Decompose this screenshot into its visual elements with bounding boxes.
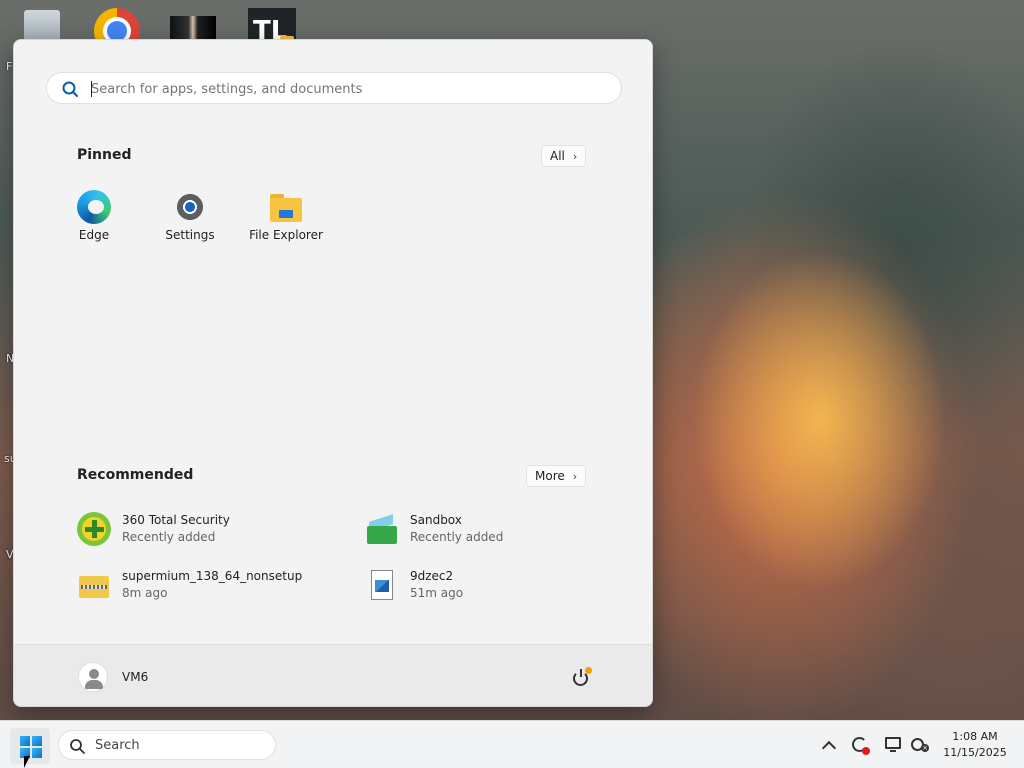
clock-time: 1:08 AM	[952, 730, 998, 743]
recommended-title: Recommended	[77, 467, 194, 483]
chevron-right-icon: ›	[572, 149, 578, 163]
sandbox-icon	[365, 512, 399, 546]
all-apps-button[interactable]: All ›	[541, 145, 587, 167]
chevron-up-icon[interactable]	[820, 737, 840, 757]
sync-icon[interactable]	[850, 735, 870, 755]
desktop-partial-label: F	[6, 60, 13, 73]
start-search-box[interactable]	[46, 72, 622, 104]
clock-date: 11/15/2025	[943, 746, 1007, 759]
pinned-app-label: Settings	[165, 228, 215, 242]
recommended-item-name: supermium_138_64_nonsetup	[122, 569, 303, 583]
shield-plus-icon	[77, 512, 111, 546]
mouse-cursor-icon	[24, 756, 30, 768]
start-menu: Pinned All › Edge Settings File Explorer…	[13, 39, 653, 707]
taskbar-search-label: Search	[95, 738, 140, 753]
username[interactable]: VM6	[122, 670, 148, 684]
monitor-icon[interactable]	[884, 735, 904, 755]
edge-icon	[77, 190, 111, 224]
recommended-item-9dzec2[interactable]: 9dzec2 51m ago	[365, 566, 625, 606]
recommended-item-name: 360 Total Security	[122, 513, 230, 527]
windows-logo-icon	[20, 736, 42, 758]
recommended-item-name: Sandbox	[410, 513, 462, 527]
portrait-image-icon[interactable]	[170, 4, 218, 46]
folder-icon	[269, 190, 303, 224]
taskbar-search[interactable]: Search	[58, 730, 276, 760]
recommended-item-supermium[interactable]: supermium_138_64_nonsetup 8m ago	[77, 566, 337, 606]
pinned-app-label: File Explorer	[249, 228, 323, 242]
pinned-title: Pinned	[77, 147, 132, 163]
recommended-item-sandbox[interactable]: Sandbox Recently added	[365, 510, 625, 550]
recommended-item-subtitle: 8m ago	[122, 586, 168, 600]
tl-app-icon[interactable]: TL	[248, 4, 296, 48]
start-button[interactable]	[10, 728, 50, 764]
avatar[interactable]	[78, 662, 108, 692]
zip-folder-icon	[77, 568, 111, 602]
recommended-item-subtitle: Recently added	[410, 530, 504, 544]
all-apps-label: All	[550, 149, 565, 163]
taskbar-clock[interactable]: 1:08 AM 11/15/2025	[942, 729, 1008, 761]
network-disconnected-icon[interactable]: ×	[910, 735, 930, 755]
pinned-app-file-explorer[interactable]: File Explorer	[238, 190, 334, 250]
gear-icon	[173, 190, 207, 224]
recycle-bin-icon[interactable]	[18, 4, 66, 44]
chevron-right-icon: ›	[572, 469, 578, 483]
search-icon	[70, 739, 85, 754]
text-caret	[91, 81, 92, 97]
power-icon[interactable]	[572, 667, 592, 687]
more-button[interactable]: More ›	[526, 465, 587, 487]
pinned-app-edge[interactable]: Edge	[46, 190, 142, 250]
recommended-item-360[interactable]: 360 Total Security Recently added	[77, 510, 337, 550]
recommended-item-subtitle: 51m ago	[410, 586, 464, 600]
pinned-app-label: Edge	[78, 228, 110, 242]
search-icon	[62, 81, 78, 97]
update-badge-icon	[585, 667, 592, 674]
start-menu-footer: VM6	[14, 644, 652, 706]
pinned-app-settings[interactable]: Settings	[142, 190, 238, 250]
chrome-icon[interactable]	[92, 4, 140, 54]
more-label: More	[535, 469, 565, 483]
desktop-icons-row: TL	[0, 0, 1024, 54]
taskbar: Search × 1:08 AM 11/15/2025	[0, 720, 1024, 768]
recommended-item-name: 9dzec2	[410, 569, 454, 583]
image-file-icon	[365, 568, 399, 602]
recommended-item-subtitle: Recently added	[122, 530, 216, 544]
start-search-input[interactable]	[91, 78, 611, 100]
